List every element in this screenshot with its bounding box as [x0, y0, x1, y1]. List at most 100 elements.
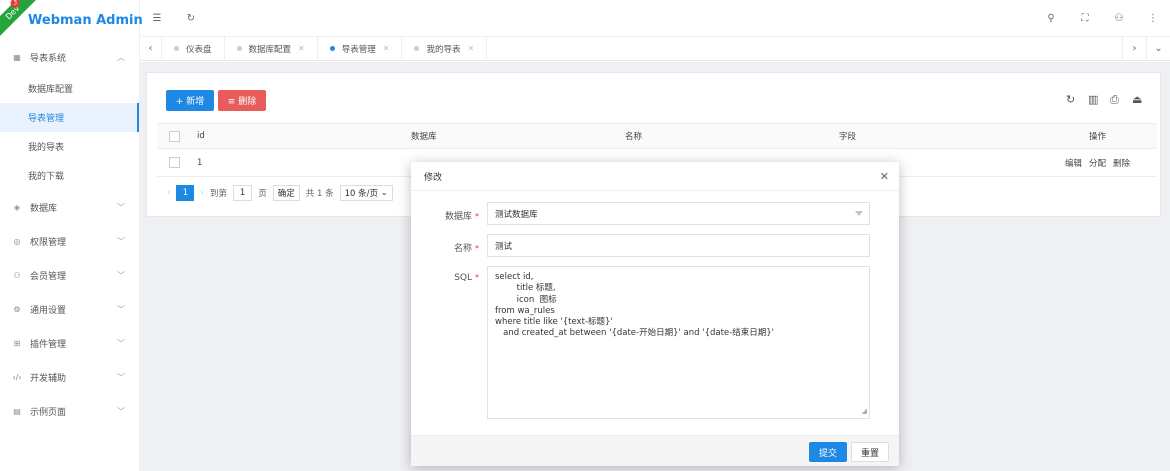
chevron-down-icon[interactable]: ⌄: [1146, 36, 1170, 61]
chevron-down-icon: ﹀: [117, 202, 125, 212]
tab-my-exports[interactable]: 我的导表 ✕: [402, 36, 488, 61]
database-select[interactable]: 测试数据库: [487, 202, 870, 225]
sidebar-group-dev-tools[interactable]: ‹/› 开发辅助 ﹀: [0, 360, 139, 394]
gear-icon: ⚙: [13, 304, 21, 314]
chevron-left-icon[interactable]: ‹: [140, 36, 162, 61]
sidebar-item-my-exports[interactable]: 我的导表: [0, 132, 139, 161]
modal-footer: 提交 重置: [411, 435, 899, 466]
columns-icon[interactable]: ▥: [1088, 93, 1098, 106]
menu-collapse-icon[interactable]: ☰: [140, 13, 174, 24]
chevron-down-icon: ﹀: [117, 236, 125, 246]
sidebar-item-my-downloads[interactable]: 我的下载: [0, 161, 139, 190]
pager-confirm-button[interactable]: 确定: [272, 185, 300, 201]
sidebar-group-label: 数据库: [30, 203, 58, 214]
column-header: id: [197, 131, 205, 141]
chevron-down-icon: ﹀: [117, 372, 125, 382]
submit-button[interactable]: 提交: [809, 442, 847, 462]
tab-db-config[interactable]: 数据库配置 ✕: [225, 36, 318, 61]
database-label: 数据库 *: [444, 212, 479, 222]
pager-current-page[interactable]: 1: [176, 185, 195, 201]
tab-export-manage[interactable]: 导表管理 ✕: [318, 36, 403, 61]
pager-total: 共 1 条: [305, 189, 334, 199]
sidebar-group-label: 开发辅助: [30, 373, 67, 384]
tab-dot: [329, 46, 335, 51]
sidebar-group-label: 权限管理: [30, 237, 67, 248]
sidebar-group-export-system[interactable]: ▦ 导表系统 ︿: [0, 40, 139, 74]
sql-textarea-value: select id, title 标题, icon 图标 from wa_rul…: [495, 272, 774, 339]
fullscreen-icon[interactable]: ⛶: [1068, 13, 1102, 24]
tab-label: 我的导表: [426, 44, 461, 55]
row-checkbox[interactable]: [169, 149, 180, 176]
refresh-icon[interactable]: ↻: [174, 13, 208, 24]
print-icon[interactable]: ⎙: [1110, 93, 1119, 107]
sidebar-group-settings[interactable]: ⚙ 通用设置 ﹀: [0, 292, 139, 326]
name-label: 名称 *: [453, 244, 479, 254]
close-icon[interactable]: ✕: [467, 44, 474, 53]
close-icon[interactable]: ✕: [383, 44, 390, 53]
add-button[interactable]: + 新增: [166, 90, 214, 111]
sidebar-group-permissions[interactable]: ◎ 权限管理 ﹀: [0, 224, 139, 258]
tab-label: 导表管理: [341, 44, 376, 55]
template-icon: ▤: [13, 406, 21, 416]
more-vertical-icon[interactable]: ⋮: [1136, 13, 1170, 24]
close-icon[interactable]: ✕: [298, 44, 305, 53]
plugin-icon: ⊞: [13, 338, 21, 348]
edit-modal: 修改 ✕ 数据库 * 测试数据库 名称 * 测试 SQL * select id, t…: [411, 162, 899, 466]
database-select-value: 测试数据库: [495, 209, 538, 220]
name-input[interactable]: 测试: [487, 234, 870, 257]
resize-handle-icon[interactable]: ◢: [862, 406, 867, 417]
modal-title: 修改: [424, 172, 443, 183]
sidebar-group-label: 导表系统: [30, 53, 67, 64]
tab-dashboard[interactable]: 仪表盘: [162, 36, 225, 61]
column-header: 数据库: [411, 132, 437, 142]
sidebar-item-export-manage[interactable]: 导表管理: [0, 103, 139, 132]
pager-goto-label: 到第: [209, 189, 227, 199]
modal-header: 修改 ✕: [411, 162, 899, 191]
grid-icon: ▦: [13, 52, 21, 62]
sidebar-group-plugins[interactable]: ⊞ 插件管理 ﹀: [0, 326, 139, 360]
code-icon: ‹/›: [12, 372, 22, 382]
sidebar-group-examples[interactable]: ▤ 示例页面 ﹀: [0, 394, 139, 428]
pager-prev-icon[interactable]: ‹: [167, 188, 170, 198]
edit-link[interactable]: 编辑: [1065, 149, 1082, 176]
page-tabs: ‹ 仪表盘 数据库配置 ✕ 导表管理 ✕ 我的导表 ✕ › ⌄: [140, 36, 1170, 61]
tab-dot: [414, 46, 420, 51]
sql-label: SQL *: [454, 273, 479, 283]
layers-icon: ◈: [13, 202, 21, 212]
tab-dot: [236, 46, 242, 51]
chevron-up-icon: ︿: [117, 52, 125, 62]
pager-size-value: 10 条/页: [344, 189, 378, 199]
sidebar-group-members[interactable]: ⚇ 会员管理 ﹀: [0, 258, 139, 292]
refresh-icon[interactable]: ↻: [1066, 93, 1075, 106]
sidebar-group-database[interactable]: ◈ 数据库 ﹀: [0, 190, 139, 224]
delete-button[interactable]: ≡ 删除: [218, 90, 266, 111]
user-icon[interactable]: ⚇: [1102, 13, 1136, 24]
sidebar-group-label: 会员管理: [30, 271, 67, 282]
user-icon: ⚇: [13, 270, 21, 280]
chevron-down-icon: ﹀: [117, 406, 125, 416]
search-icon[interactable]: ⚲: [1034, 13, 1068, 24]
row-id: 1: [197, 157, 203, 168]
chevron-down-icon: ﹀: [117, 270, 125, 280]
sidebar-item-db-config[interactable]: 数据库配置: [0, 74, 139, 103]
close-icon[interactable]: ✕: [880, 170, 889, 183]
sql-textarea[interactable]: select id, title 标题, icon 图标 from wa_rul…: [487, 266, 870, 419]
column-header: 字段: [839, 132, 857, 142]
sidebar-group-label: 示例页面: [30, 407, 67, 418]
pager-size-select[interactable]: 10 条/页 ⌄: [339, 185, 393, 201]
table-header: id 数据库 名称 字段 操作: [157, 123, 1157, 149]
assign-link[interactable]: 分配: [1089, 149, 1106, 176]
pager-goto-input[interactable]: 1: [232, 185, 253, 201]
export-icon[interactable]: ⏏: [1132, 93, 1142, 106]
caret-down-icon: [855, 211, 863, 216]
header-checkbox[interactable]: [169, 124, 180, 148]
sidebar: Dev 3 Webman Admin ▦ 导表系统 ︿ 数据库配置 导表管理 我…: [0, 0, 143, 471]
top-bar: ☰ ↻ ⚲ ⛶ ⚇ ⋮: [140, 0, 1170, 37]
column-header: 名称: [625, 132, 643, 142]
pagination: ‹ 1 › 到第 1 页 确定 共 1 条 10 条/页 ⌄: [167, 185, 393, 201]
sidebar-group-label: 插件管理: [30, 339, 67, 350]
chevron-right-icon[interactable]: ›: [1122, 36, 1146, 61]
delete-link[interactable]: 删除: [1113, 149, 1130, 176]
pager-next-icon[interactable]: ›: [200, 188, 203, 198]
reset-button[interactable]: 重置: [851, 442, 889, 462]
